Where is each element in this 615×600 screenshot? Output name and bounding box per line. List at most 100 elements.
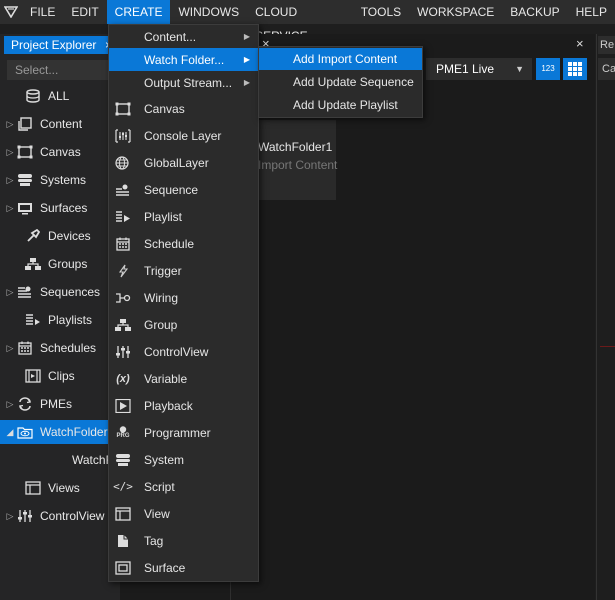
project-explorer-tab[interactable]: Project Explorer × xyxy=(4,36,116,54)
submenu-arrow-icon: ▶ xyxy=(243,78,250,87)
menu-backup[interactable]: BACKUP xyxy=(502,0,567,24)
menu-item-tag[interactable]: Tag xyxy=(109,529,258,552)
tree-item-canvas[interactable]: ▷ Canvas xyxy=(0,140,110,164)
tree-item-groups[interactable]: Groups xyxy=(0,252,110,276)
expand-arrow-icon[interactable]: ▷ xyxy=(0,175,14,186)
expand-arrow-icon[interactable]: ▷ xyxy=(0,203,14,214)
expand-arrow-icon[interactable]: ▷ xyxy=(0,343,14,354)
tree-item-label: Content xyxy=(40,117,83,131)
watchfolder-icon xyxy=(16,424,34,440)
sequences-icon xyxy=(16,284,34,300)
expand-arrow-icon[interactable]: ▷ xyxy=(0,119,14,130)
group-icon xyxy=(113,317,133,333)
tree-item-label: Devices xyxy=(48,229,91,243)
menu-item-wiring[interactable]: Wiring xyxy=(109,286,258,309)
menu-item-label: Canvas xyxy=(144,101,185,116)
pme-selector[interactable]: PME1 Live ▼ xyxy=(426,58,532,80)
wiring-icon xyxy=(113,290,133,306)
app-logo-icon[interactable] xyxy=(0,0,22,24)
tree-item-systems[interactable]: ▷ Systems xyxy=(0,168,110,192)
expand-arrow-icon[interactable]: ▷ xyxy=(0,399,14,410)
menu-item-trigger[interactable]: Trigger xyxy=(109,259,258,282)
collapse-arrow-icon[interactable]: ◢ xyxy=(0,427,14,438)
tree-item-label: WatchFolder1 xyxy=(72,453,110,467)
right-panel-subheader[interactable]: Ca xyxy=(598,58,615,80)
views-icon xyxy=(24,480,42,496)
tree-item-label: PMEs xyxy=(40,397,73,411)
menu-item-label: Schedule xyxy=(144,236,195,251)
card-subtitle: Import Content xyxy=(258,158,338,172)
tree-item-watchfolder[interactable]: ◢ WatchFolder xyxy=(0,420,110,444)
expand-arrow-icon[interactable]: ▷ xyxy=(0,511,14,522)
system-icon xyxy=(113,452,133,468)
tree-item-devices[interactable]: Devices xyxy=(0,224,110,248)
menu-file[interactable]: FILE xyxy=(22,0,63,24)
menu-item-playback[interactable]: Playback xyxy=(109,394,258,417)
submenu-item-add-update-playlist[interactable]: Add Update Playlist xyxy=(259,94,422,116)
global-layer-icon xyxy=(113,155,133,171)
menu-item-globallayer[interactable]: GlobalLayer xyxy=(109,151,258,174)
close-icon[interactable]: × xyxy=(576,36,584,51)
tree-item-clips[interactable]: Clips xyxy=(0,364,110,388)
menu-cloud-service[interactable]: CLOUD SERVICE xyxy=(247,0,353,43)
menu-help[interactable]: HELP xyxy=(568,0,615,24)
tree-item-all[interactable]: ALL xyxy=(0,84,110,108)
menu-item-script[interactable]: </> Script xyxy=(109,475,258,498)
canvas-icon xyxy=(16,144,34,160)
menu-item-view[interactable]: View xyxy=(109,502,258,525)
schedules-icon xyxy=(16,340,34,356)
menu-item-controlview[interactable]: ControlView xyxy=(109,340,258,363)
submenu-item-add-import-content[interactable]: Add Import Content xyxy=(259,48,422,70)
menu-item-label: Sequence xyxy=(144,182,199,197)
menu-item-surface[interactable]: Surface xyxy=(109,556,258,579)
grid-view-button[interactable] xyxy=(563,58,587,80)
tree-item-views[interactable]: Views xyxy=(0,476,110,500)
menu-item-group[interactable]: Group xyxy=(109,313,258,336)
menu-item-programmer[interactable]: PRG Programmer xyxy=(109,421,258,444)
programmer-icon: PRG xyxy=(113,425,133,441)
menu-item-label: Content... xyxy=(144,29,197,44)
tree-item-pmes[interactable]: ▷ PMEs xyxy=(0,392,110,416)
submenu-item-add-update-sequence[interactable]: Add Update Sequence xyxy=(259,71,422,93)
expand-arrow-icon[interactable]: ▷ xyxy=(0,287,14,298)
expand-arrow-icon[interactable]: ▷ xyxy=(0,147,14,158)
menu-item-label: Watch Folder... xyxy=(144,52,225,67)
menu-item-sequence[interactable]: Sequence xyxy=(109,178,258,201)
watch-folder-submenu: Add Import Content Add Update Sequence A… xyxy=(258,46,423,118)
programmer-icon-label: PRG xyxy=(116,432,130,439)
menu-create[interactable]: CREATE xyxy=(106,0,171,24)
right-panel-tab[interactable]: Re xyxy=(598,36,615,54)
explorer-filter-select[interactable]: Select... xyxy=(7,60,112,80)
menu-item-system[interactable]: System xyxy=(109,448,258,471)
tree-item-playlists[interactable]: Playlists xyxy=(0,308,110,332)
pmes-icon xyxy=(16,396,34,412)
controlview-icon xyxy=(16,508,34,524)
tree-item-watchfolder1[interactable]: WatchFolder1 xyxy=(0,448,110,472)
menu-windows[interactable]: WINDOWS xyxy=(170,0,247,24)
tree-item-controlview[interactable]: ▷ ControlView xyxy=(0,504,110,528)
menu-edit[interactable]: EDIT xyxy=(63,0,106,24)
menu-item-variable[interactable]: (x) Variable xyxy=(109,367,258,390)
grid-icon xyxy=(568,62,582,76)
menu-item-output-stream[interactable]: Output Stream... ▶ xyxy=(109,71,258,94)
project-explorer-tab-label: Project Explorer xyxy=(11,38,97,52)
menu-tools[interactable]: TOOLS xyxy=(353,0,409,24)
menu-item-label: Surface xyxy=(144,560,186,575)
tree-item-surfaces[interactable]: ▷ Surfaces xyxy=(0,196,110,220)
tree-item-sequences[interactable]: ▷ Sequences xyxy=(0,280,110,304)
tree-item-label: Sequences xyxy=(40,285,101,299)
menu-item-label: Script xyxy=(144,479,175,494)
menu-item-label: Console Layer xyxy=(144,128,222,143)
menu-item-canvas[interactable]: Canvas xyxy=(109,97,258,120)
menu-item-schedule[interactable]: Schedule xyxy=(109,232,258,255)
menu-item-watch-folder[interactable]: Watch Folder... ▶ xyxy=(109,48,258,71)
menu-item-playlist[interactable]: Playlist xyxy=(109,205,258,228)
menu-item-label: Group xyxy=(144,317,178,332)
menu-item-console-layer[interactable]: Console Layer xyxy=(109,124,258,147)
variable-icon: (x) xyxy=(116,372,130,385)
tree-item-schedules[interactable]: ▷ Schedules xyxy=(0,336,110,360)
menu-workspace[interactable]: WORKSPACE xyxy=(409,0,502,24)
menu-item-content[interactable]: Content... ▶ xyxy=(109,25,258,48)
numbering-toggle-button[interactable]: 123 xyxy=(536,58,560,80)
tree-item-content[interactable]: ▷ Content xyxy=(0,112,110,136)
